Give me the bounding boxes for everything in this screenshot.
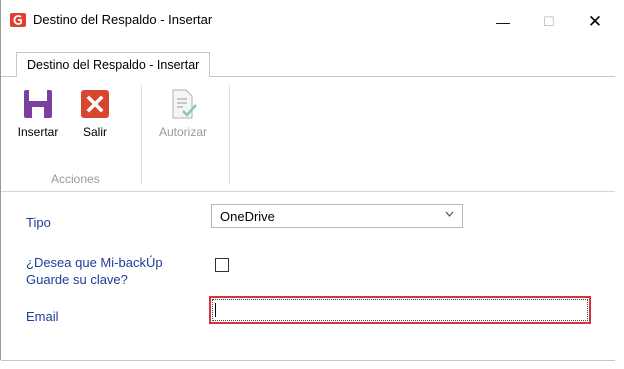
guardar-clave-label: ¿Desea que Mi-backÚp Guarde su clave? [26, 255, 163, 287]
chevron-down-icon [445, 211, 454, 217]
autorizar-button[interactable]: Autorizar [151, 89, 215, 139]
window-title: Destino del Respaldo - Insertar [33, 12, 213, 27]
tipo-label: Tipo [26, 215, 51, 230]
text-caret [215, 303, 216, 317]
insertar-button[interactable]: Insertar [11, 89, 65, 139]
tipo-selected-value: OneDrive [220, 209, 275, 224]
ribbon-group-divider [141, 85, 142, 185]
email-label: Email [26, 309, 59, 324]
form-area: Tipo OneDrive ¿Desea que Mi-backÚp Guard… [1, 192, 615, 361]
email-field[interactable] [209, 296, 591, 324]
save-icon [24, 90, 52, 118]
autorizar-label: Autorizar [158, 125, 208, 139]
ribbon-panel: Insertar Salir Autorizar Acciones [1, 77, 615, 192]
guardar-clave-checkbox[interactable] [215, 258, 229, 272]
minimize-button[interactable]: — [481, 8, 525, 36]
ribbon-group-divider [229, 85, 230, 185]
salir-label: Salir [82, 125, 107, 139]
ribbon-tab-destino[interactable]: Destino del Respaldo - Insertar [16, 52, 211, 78]
ribbon-tab-strip: Destino del Respaldo - Insertar [1, 45, 615, 78]
focus-rectangle [212, 299, 588, 321]
bottom-divider [1, 360, 615, 361]
tipo-select[interactable]: OneDrive [211, 204, 463, 228]
app-logo-icon [10, 13, 26, 27]
document-check-icon [172, 89, 197, 119]
dialog-window: Destino del Respaldo - Insertar — ☐ ✕ De… [0, 0, 615, 361]
close-x-icon [81, 90, 109, 118]
title-bar: Destino del Respaldo - Insertar — ☐ ✕ [1, 0, 615, 45]
insertar-label: Insertar [17, 125, 59, 139]
close-window-button[interactable]: ✕ [573, 8, 617, 36]
salir-button[interactable]: Salir [77, 89, 113, 139]
acciones-group-label: Acciones [51, 172, 100, 186]
maximize-button[interactable]: ☐ [527, 8, 571, 36]
